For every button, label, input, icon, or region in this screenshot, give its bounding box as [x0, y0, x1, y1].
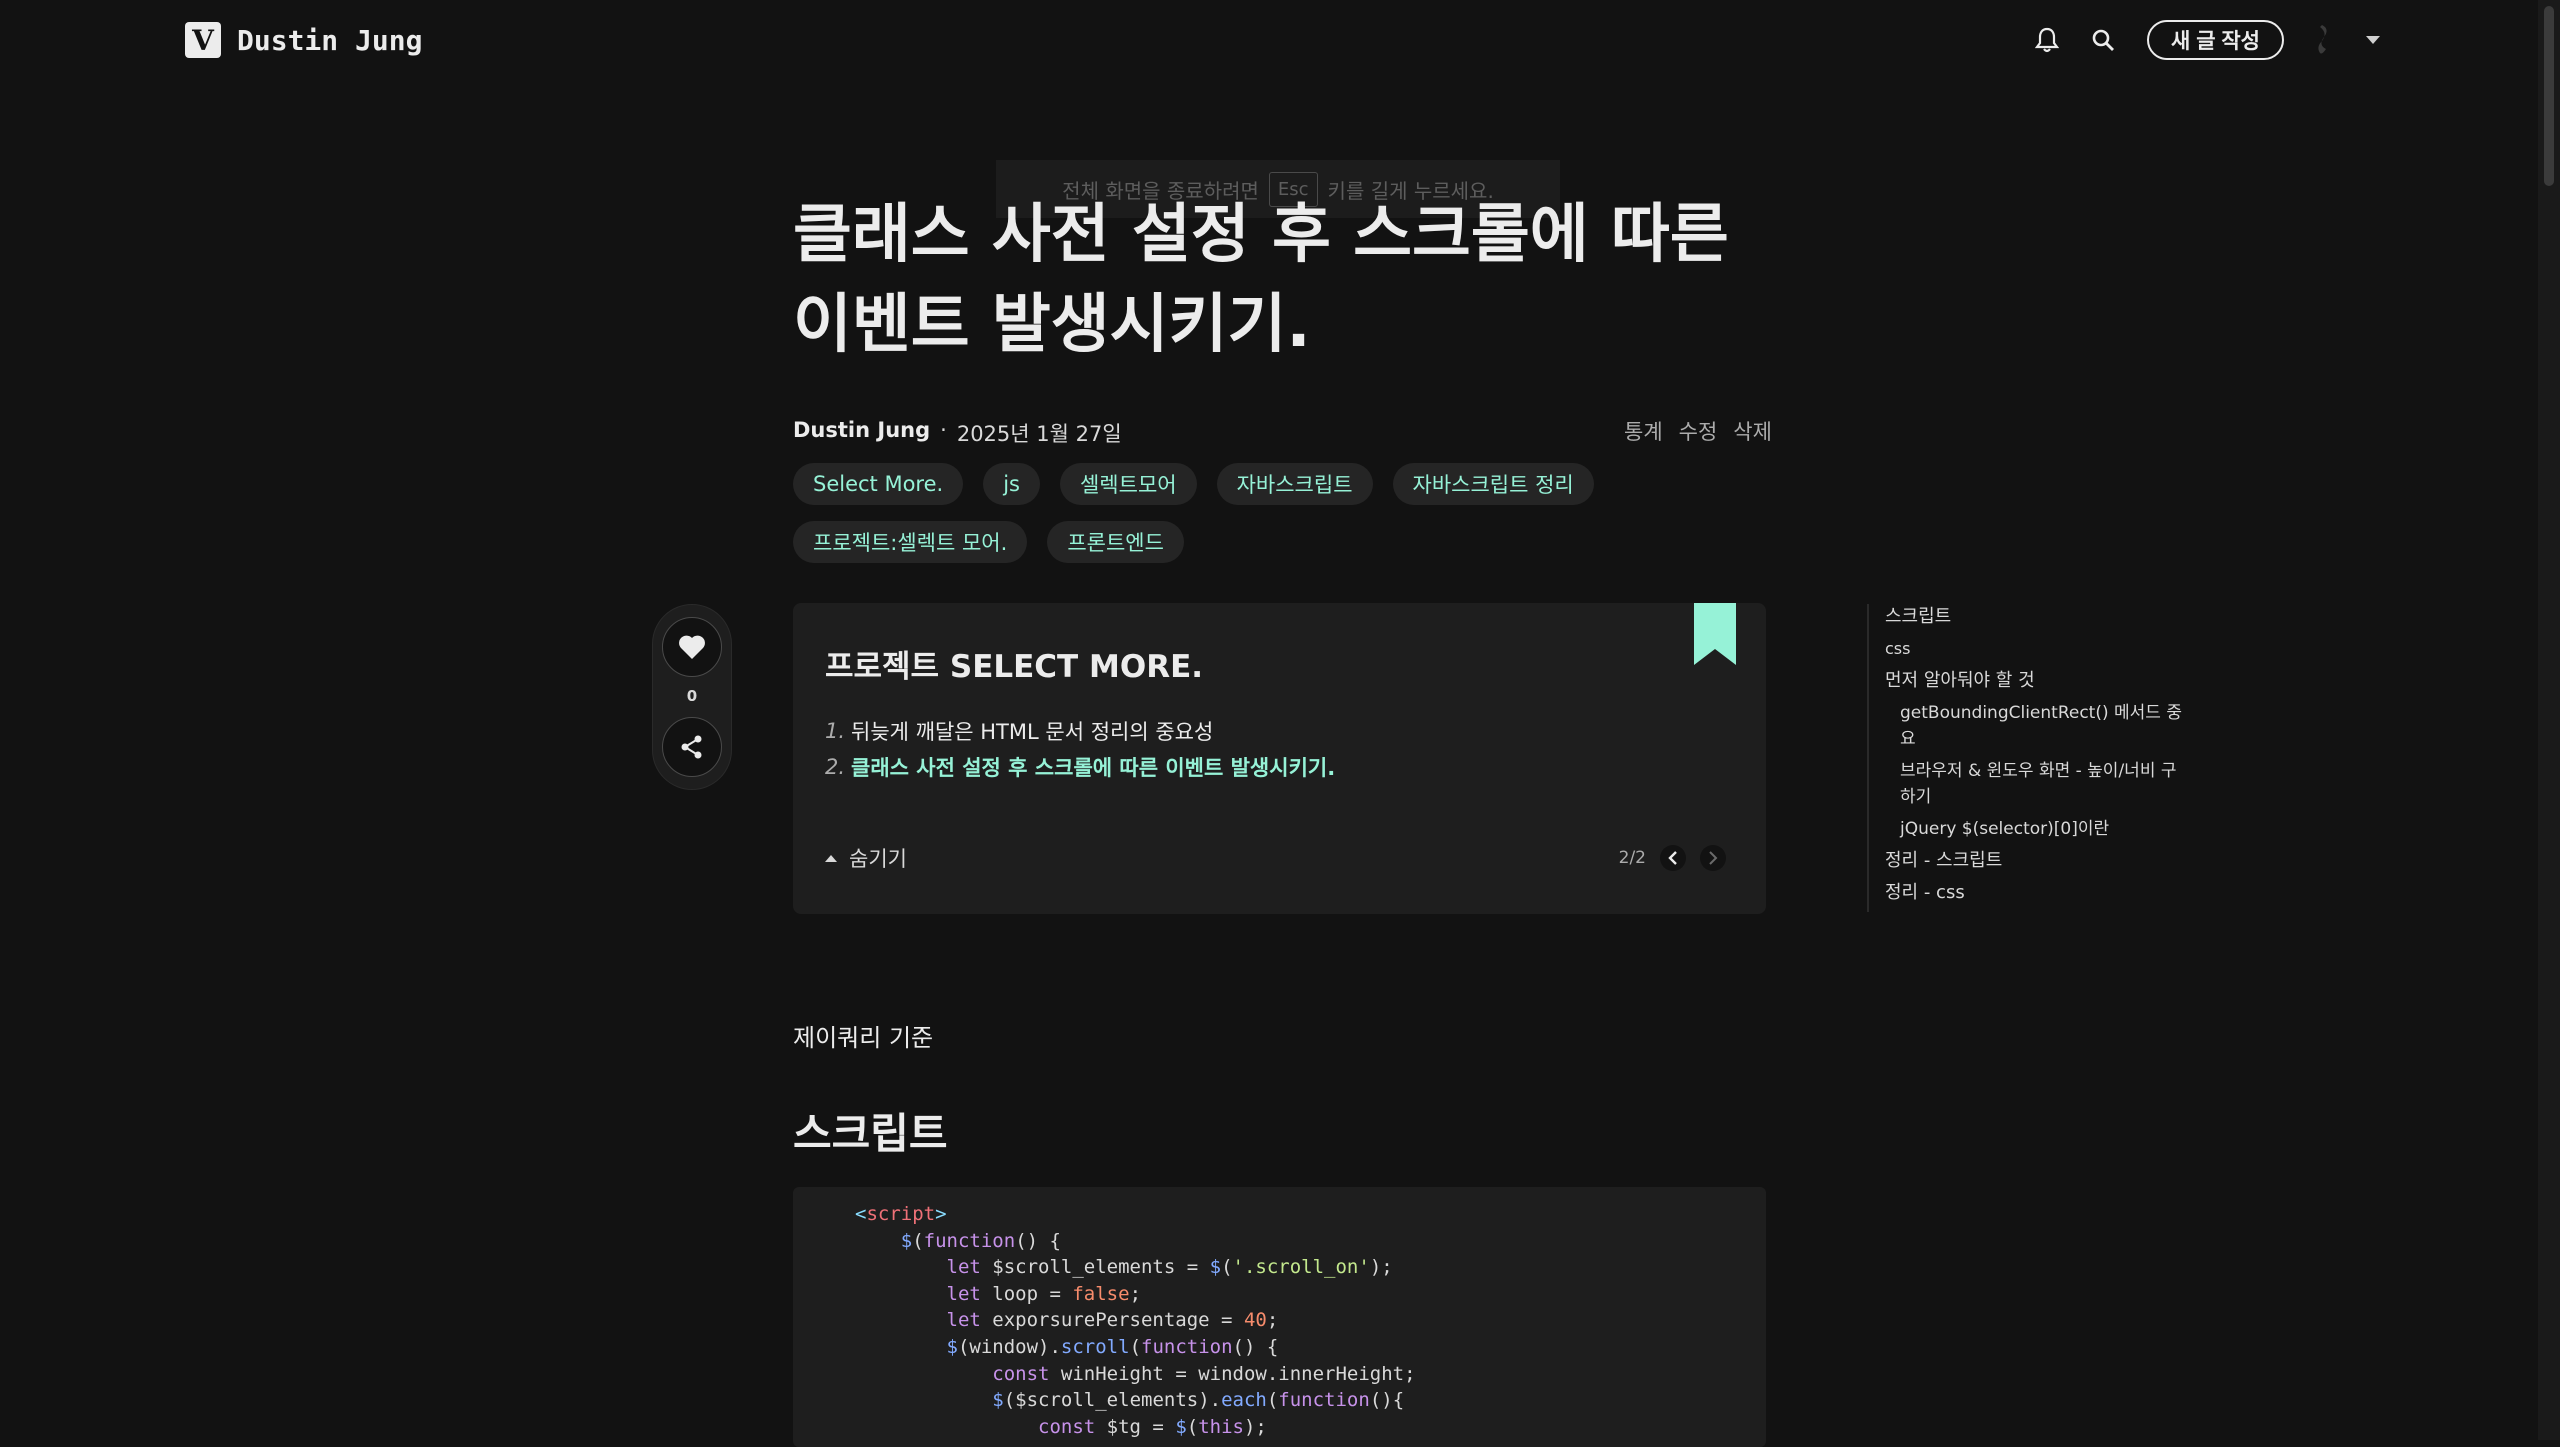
hide-toggle-label[interactable]: 숨기기 — [849, 843, 907, 873]
toc-item[interactable]: 스크립트 — [1885, 604, 2185, 630]
search-icon[interactable] — [2083, 20, 2123, 60]
tag-item[interactable]: 자바스크립트 정리 — [1392, 463, 1594, 505]
series-item-number: 2. — [825, 755, 846, 779]
heart-icon — [679, 635, 705, 659]
series-item[interactable]: 1. 뒤늦게 깨달은 HTML 문서 정리의 중요성 — [825, 713, 1335, 749]
tag-item[interactable]: 프론트엔드 — [1047, 521, 1184, 563]
code-line: $($scroll_elements).each(function(){ — [992, 1389, 1405, 1412]
series-list: 1. 뒤늦게 깨달은 HTML 문서 정리의 중요성 2. 클래스 사전 설정 … — [825, 713, 1335, 785]
blog-logo[interactable]: V Dustin Jung — [185, 22, 422, 58]
meta-separator: · — [940, 418, 947, 442]
code-line: let $scroll_elements = $('.scroll_on'); — [946, 1256, 1393, 1279]
velog-logo-icon[interactable]: V — [185, 22, 221, 58]
post-title-line2: 이벤트 발생시키기. — [793, 288, 1311, 362]
like-button[interactable] — [662, 617, 722, 677]
toc-item[interactable]: css — [1885, 636, 2185, 662]
series-title[interactable]: 프로젝트 SELECT MORE. — [825, 641, 1203, 686]
share-icon — [681, 735, 702, 759]
notification-bell-icon[interactable] — [2027, 20, 2067, 60]
tag-item[interactable]: js — [983, 463, 1040, 505]
like-count: 0 — [686, 687, 698, 705]
code-block: <script> $(function() { let $scroll_elem… — [793, 1187, 1766, 1447]
share-button[interactable] — [662, 717, 722, 777]
section-heading: 스크립트 — [793, 1109, 948, 1158]
toc-item[interactable]: 먼저 알아둬야 할 것 — [1885, 668, 2185, 694]
delete-button[interactable]: 삭제 — [1733, 416, 1772, 446]
series-item-current[interactable]: 2. 클래스 사전 설정 후 스크롤에 따른 이벤트 발생시키기. — [825, 749, 1335, 785]
post-title: 클래스 사전 설정 후 스크롤에 따른 이벤트 발생시키기. — [793, 190, 1793, 370]
blog-name[interactable]: Dustin Jung — [237, 24, 422, 57]
tag-item[interactable]: 자바스크립트 — [1216, 463, 1373, 505]
new-post-button[interactable]: 새 글 작성 — [2147, 20, 2284, 60]
page-scrollbar[interactable] — [2538, 0, 2560, 1440]
tag-item[interactable]: Select More. — [793, 463, 964, 505]
chevron-right-icon — [1709, 851, 1718, 865]
toc-subitem[interactable]: getBoundingClientRect() 메서드 중요 — [1885, 700, 2185, 752]
series-item-number: 1. — [825, 719, 846, 743]
toc-item[interactable]: 정리 - css — [1885, 880, 2185, 906]
bookmark-icon — [1694, 603, 1736, 665]
tag-list: Select More. js 셀렉트모어 자바스크립트 자바스크립트 정리 프… — [793, 463, 1773, 563]
post-actions: 통계 수정 삭제 — [1624, 416, 1772, 446]
series-pager: 2/2 — [1619, 845, 1726, 871]
toc-subitem[interactable]: jQuery $(selector)[0]이란 — [1885, 816, 2185, 842]
stats-button[interactable]: 통계 — [1624, 416, 1663, 446]
tag-item[interactable]: 프로젝트:셀렉트 모어. — [793, 521, 1028, 563]
edit-button[interactable]: 수정 — [1679, 416, 1718, 446]
triangle-up-icon — [825, 855, 837, 862]
post-meta: Dustin Jung · 2025년 1월 27일 — [793, 418, 1122, 448]
series-next-button[interactable] — [1700, 845, 1726, 871]
body-paragraph: 제이쿼리 기준 — [793, 1024, 934, 1052]
code-line: let exporsurePersentage = 40; — [946, 1309, 1279, 1332]
code-line: let loop = false; — [946, 1282, 1142, 1305]
chevron-left-icon — [1668, 851, 1677, 865]
code-line: <script> — [855, 1203, 947, 1225]
toc-subitem[interactable]: 브라우저 & 윈도우 화면 - 높이/너비 구하기 — [1885, 758, 2185, 810]
top-header: V Dustin Jung 새 글 작성 — [0, 0, 2560, 80]
tag-item[interactable]: 셀렉트모어 — [1059, 463, 1197, 505]
code-line: const $tg = $(this); — [1038, 1415, 1267, 1438]
post-date: 2025년 1월 27일 — [956, 422, 1122, 446]
series-item-label[interactable]: 클래스 사전 설정 후 스크롤에 따른 이벤트 발생시키기. — [851, 752, 1335, 782]
hide-series-toggle[interactable]: 숨기기 — [825, 843, 907, 873]
chevron-down-icon[interactable] — [2366, 36, 2380, 44]
series-box: 프로젝트 SELECT MORE. 1. 뒤늦게 깨달은 HTML 문서 정리의… — [793, 603, 1766, 914]
toc-item[interactable]: 정리 - 스크립트 — [1885, 848, 2185, 874]
series-prev-button[interactable] — [1660, 845, 1686, 871]
series-item-label[interactable]: 뒤늦게 깨달은 HTML 문서 정리의 중요성 — [851, 716, 1213, 746]
post-author[interactable]: Dustin Jung — [793, 418, 930, 448]
scrollbar-thumb[interactable] — [2544, 6, 2554, 186]
table-of-contents: 스크립트 css 먼저 알아둬야 할 것 getBoundingClientRe… — [1867, 604, 2185, 912]
code-content: <script> $(function() { let $scroll_elem… — [793, 1187, 1766, 1440]
series-page-indicator: 2/2 — [1618, 848, 1646, 868]
user-avatar[interactable] — [2304, 20, 2344, 60]
code-line: $(function() { — [900, 1229, 1061, 1252]
like-share-panel: 0 — [652, 604, 732, 790]
header-actions: 새 글 작성 — [2027, 20, 2380, 60]
post-title-line1: 클래스 사전 설정 후 스크롤에 따른 — [793, 198, 1729, 272]
code-line: const winHeight = window.innerHeight; — [992, 1362, 1416, 1385]
code-line: $(window).scroll(function() { — [946, 1335, 1279, 1358]
